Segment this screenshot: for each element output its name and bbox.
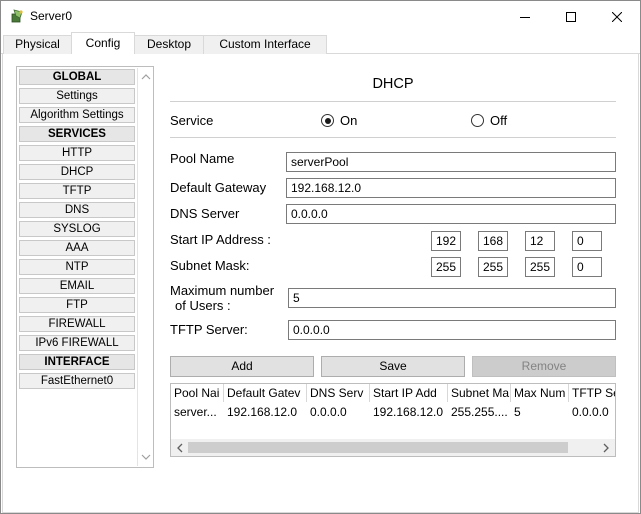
- sidebar-item-http[interactable]: HTTP: [19, 145, 135, 161]
- dhcp-pool-table: Pool Nai Default Gatev DNS Serv Start IP…: [170, 383, 616, 457]
- config-sidebar: GLOBAL Settings Algorithm Settings SERVI…: [16, 66, 154, 468]
- column-header-subnet-mask[interactable]: Subnet Ma: [448, 384, 511, 402]
- sidebar-item-algorithm-settings[interactable]: Algorithm Settings: [19, 107, 135, 123]
- table-cell-subnet-mask[interactable]: 255.255....: [448, 403, 511, 421]
- sidebar-item-email[interactable]: EMAIL: [19, 278, 135, 294]
- sidebar-item-aaa[interactable]: AAA: [19, 240, 135, 256]
- subnet-octet-2[interactable]: [478, 257, 508, 277]
- table-horizontal-scrollbar[interactable]: [171, 439, 615, 456]
- sidebar-item-ntp[interactable]: NTP: [19, 259, 135, 275]
- maximize-button[interactable]: [548, 1, 594, 32]
- remove-button[interactable]: Remove: [472, 356, 616, 377]
- service-label: Service: [170, 113, 214, 128]
- dns-server-input[interactable]: [286, 204, 616, 224]
- sidebar-item-ipv6-firewall[interactable]: IPv6 FIREWALL: [19, 335, 135, 351]
- tab-config[interactable]: Config: [71, 32, 135, 54]
- scroll-left-icon[interactable]: [175, 443, 185, 453]
- sidebar-item-settings[interactable]: Settings: [19, 88, 135, 104]
- column-header-default-gateway[interactable]: Default Gatev: [224, 384, 307, 402]
- service-off-label[interactable]: Off: [490, 113, 507, 128]
- pool-name-label: Pool Name: [170, 151, 235, 166]
- sidebar-header-global: GLOBAL: [19, 69, 135, 85]
- sidebar-item-dhcp[interactable]: DHCP: [19, 164, 135, 180]
- tab-custom-interface[interactable]: Custom Interface: [203, 35, 327, 54]
- tab-bar: Physical Config Desktop Custom Interface: [1, 32, 640, 54]
- window-title: Server0: [30, 9, 73, 23]
- subnet-octet-4[interactable]: [572, 257, 602, 277]
- sidebar-item-ftp[interactable]: FTP: [19, 297, 135, 313]
- scroll-down-icon[interactable]: [141, 452, 151, 462]
- column-header-pool-name[interactable]: Pool Nai: [171, 384, 224, 402]
- service-divider: [170, 137, 616, 138]
- tftp-server-input[interactable]: [288, 320, 616, 340]
- tab-desktop[interactable]: Desktop: [134, 35, 204, 54]
- sidebar-item-tftp[interactable]: TFTP: [19, 183, 135, 199]
- column-header-dns-server[interactable]: DNS Serv: [307, 384, 370, 402]
- app-window: Server0 Physical Config Desktop Custom I…: [0, 0, 641, 514]
- pool-name-input[interactable]: [286, 152, 616, 172]
- subnet-octet-1[interactable]: [431, 257, 461, 277]
- column-header-tftp-server[interactable]: TFTP Se: [569, 384, 615, 402]
- default-gateway-label: Default Gateway: [170, 180, 267, 195]
- service-off-radio[interactable]: [471, 114, 484, 127]
- sidebar-item-firewall[interactable]: FIREWALL: [19, 316, 135, 332]
- table-cell-dns-server[interactable]: 0.0.0.0: [307, 403, 370, 421]
- scrollbar-thumb[interactable]: [188, 442, 568, 453]
- subnet-octet-3[interactable]: [525, 257, 555, 277]
- column-header-max-users[interactable]: Max Num: [511, 384, 569, 402]
- sidebar-item-fastethernet0[interactable]: FastEthernet0: [19, 373, 135, 389]
- scroll-right-icon[interactable]: [601, 443, 611, 453]
- config-content: GLOBAL Settings Algorithm Settings SERVI…: [2, 54, 639, 513]
- max-users-label-line2: of Users :: [175, 298, 231, 313]
- subnet-mask-label: Subnet Mask:: [170, 258, 250, 273]
- table-cell-max-users[interactable]: 5: [511, 403, 569, 421]
- tab-physical[interactable]: Physical: [3, 35, 72, 54]
- start-ip-octet-1[interactable]: [431, 231, 461, 251]
- minimize-button[interactable]: [502, 1, 548, 32]
- add-button[interactable]: Add: [170, 356, 314, 377]
- tftp-server-label: TFTP Server:: [170, 322, 248, 337]
- start-ip-octet-2[interactable]: [478, 231, 508, 251]
- table-cell-default-gateway[interactable]: 192.168.12.0: [224, 403, 307, 421]
- close-button[interactable]: [594, 1, 640, 32]
- start-ip-label: Start IP Address :: [170, 232, 271, 247]
- table-cell-tftp-server[interactable]: 0.0.0.0: [569, 403, 615, 421]
- scroll-up-icon[interactable]: [141, 72, 151, 82]
- max-users-label-line1: Maximum number: [170, 283, 275, 298]
- title-bar[interactable]: Server0: [1, 1, 640, 32]
- start-ip-octet-4[interactable]: [572, 231, 602, 251]
- service-on-radio[interactable]: [321, 114, 334, 127]
- column-header-start-ip[interactable]: Start IP Add: [370, 384, 448, 402]
- dns-server-label: DNS Server: [170, 206, 240, 221]
- maximize-icon: [566, 11, 576, 22]
- minimize-icon: [520, 16, 530, 18]
- close-icon: [612, 11, 622, 22]
- default-gateway-input[interactable]: [286, 178, 616, 198]
- panel-title: DHCP: [372, 76, 414, 92]
- server-app-icon: [11, 9, 23, 23]
- sidebar-scrollbar[interactable]: [137, 68, 153, 466]
- sidebar-item-dns[interactable]: DNS: [19, 202, 135, 218]
- max-users-input[interactable]: [288, 288, 616, 308]
- sidebar-header-services: SERVICES: [19, 126, 135, 142]
- save-button[interactable]: Save: [321, 356, 465, 377]
- table-cell-pool-name[interactable]: server...: [171, 403, 224, 421]
- sidebar-item-syslog[interactable]: SYSLOG: [19, 221, 135, 237]
- sidebar-header-interface: INTERFACE: [19, 354, 135, 370]
- title-divider: [170, 101, 616, 102]
- table-cell-start-ip[interactable]: 192.168.12.0: [370, 403, 448, 421]
- service-on-label[interactable]: On: [340, 113, 357, 128]
- start-ip-octet-3[interactable]: [525, 231, 555, 251]
